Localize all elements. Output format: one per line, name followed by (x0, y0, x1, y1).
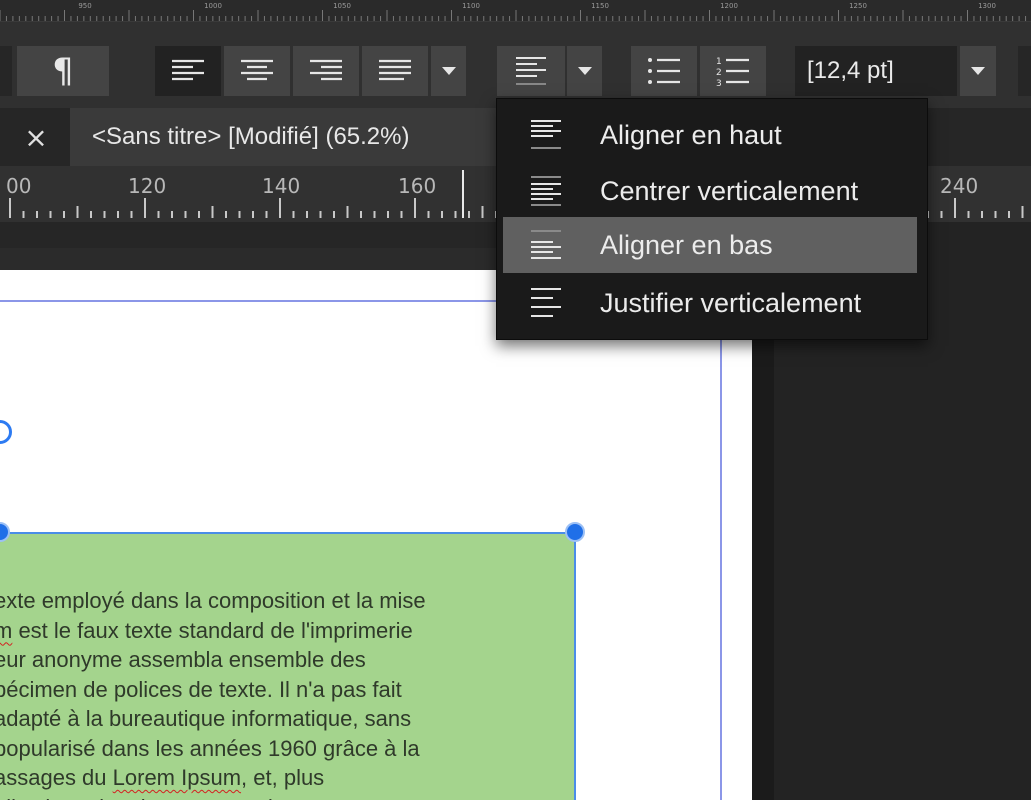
vertical-align-top-icon (516, 57, 546, 85)
text-frame[interactable]: exte employé dans la composition et la m… (0, 532, 576, 800)
text-run: plications de mise en page de texte, com… (0, 795, 423, 800)
selection-handle[interactable] (0, 420, 12, 444)
align-middle-icon (531, 176, 561, 206)
justify-vertical-icon (531, 288, 561, 317)
misspelled-word[interactable]: m (0, 618, 12, 643)
misspelled-word[interactable]: Lorem Ipsum (113, 765, 241, 790)
text-run: est le faux texte standard de l'imprimer… (12, 617, 413, 643)
ruler-label: 140 (262, 174, 301, 198)
ruler-label: 00 (6, 174, 32, 198)
document-tab-title: <Sans titre> [Modifié] (65.2%) (92, 123, 410, 150)
top-ruler-ticks (0, 10, 1027, 21)
align-right-button[interactable] (293, 46, 359, 96)
text-line: exte employé dans la composition et la m… (0, 586, 574, 616)
top-ruler-label: 1250 (849, 2, 867, 10)
text-toolbar: ¶ 123 [12,4 pt] (0, 22, 1031, 108)
top-ruler-label: 1200 (720, 2, 738, 10)
vertical-align-dropdown-button[interactable] (567, 46, 602, 96)
bullet-list-button[interactable] (631, 46, 697, 96)
page[interactable]: exte employé dans la composition et la m… (0, 270, 752, 800)
alignment-dropdown-button[interactable] (431, 46, 466, 96)
ruler-label: 240 (940, 174, 979, 198)
text-run: , et, plus (241, 765, 325, 790)
text-line: plications de mise en page de texte, com… (0, 793, 574, 800)
top-ruler-label: 1300 (978, 2, 996, 10)
align-center-icon (241, 59, 273, 81)
menu-item-align-bottom[interactable]: Aligner en bas (503, 217, 917, 273)
align-left-icon (172, 59, 204, 81)
line-spacing-dropdown-button[interactable] (960, 46, 996, 96)
menu-item-align-top[interactable]: Aligner en haut (503, 107, 917, 163)
text-line: pécimen de polices de texte. Il n'a pas … (0, 675, 574, 705)
resize-handle[interactable] (565, 522, 585, 542)
text-run: eur anonyme assembla ensemble des (0, 647, 366, 672)
menu-item-label: Aligner en haut (600, 119, 782, 150)
top-ruler-label: 1000 (204, 2, 222, 10)
menu-item-label: Centrer verticalement (600, 175, 859, 206)
line-spacing-value: [12,4 pt] (807, 57, 894, 84)
document-tab[interactable]: <Sans titre> [Modifié] (65.2%) (70, 108, 500, 166)
text-run: pécimen de polices de texte. Il n'a pas … (0, 676, 402, 702)
text-line: eur anonyme assembla ensemble des (0, 645, 574, 675)
numbered-list-icon: 123 (716, 57, 749, 86)
close-icon: × (24, 120, 48, 154)
top-ruler-label: 950 (78, 2, 92, 10)
menu-item-label: Aligner en bas (600, 229, 773, 260)
menu-item-center-vertical[interactable]: Centrer verticalement (503, 163, 917, 219)
line-spacing-field[interactable]: [12,4 pt] (795, 46, 957, 96)
chevron-down-icon (971, 67, 985, 75)
text-line: m est le faux texte standard de l'imprim… (0, 616, 574, 646)
close-tab-button[interactable]: × (14, 108, 58, 166)
align-left-button[interactable] (155, 46, 221, 96)
menu-item-label: Justifier verticalement (600, 287, 862, 318)
justify-button[interactable] (362, 46, 428, 96)
text-line: assages du Lorem Ipsum, et, plus (0, 763, 574, 793)
vertical-align-button[interactable] (497, 46, 565, 96)
text-run: popularisé dans les années 1960 grâce à … (0, 735, 420, 761)
chevron-down-icon (577, 67, 592, 75)
svg-text:1: 1 (716, 57, 722, 67)
text-run: adapté à la bureautique informatique, sa… (0, 706, 412, 731)
text-line: adapté à la bureautique informatique, sa… (0, 704, 574, 734)
margin-guide (720, 300, 722, 800)
justify-icon (379, 59, 411, 81)
align-top-icon (531, 120, 561, 149)
chevron-down-icon (441, 67, 456, 75)
pilcrow-button[interactable]: ¶ (17, 46, 109, 96)
align-right-icon (310, 59, 342, 81)
vertical-align-menu: Aligner en haut Centrer verticalement Al… (496, 98, 928, 340)
ruler-label: 120 (128, 174, 167, 198)
numbered-list-button[interactable]: 123 (700, 46, 766, 96)
ruler-label: 160 (398, 174, 437, 198)
top-ruler: 950 1000 1050 1100 1150 1200 1250 1300 (0, 0, 1031, 22)
top-ruler-label: 1100 (462, 2, 480, 10)
align-bottom-icon (531, 230, 561, 259)
bullet-list-icon (648, 58, 680, 84)
frame-text[interactable]: exte employé dans la composition et la m… (0, 586, 574, 800)
top-ruler-label: 1150 (591, 2, 609, 10)
pilcrow-icon: ¶ (52, 51, 74, 91)
svg-text:2: 2 (716, 68, 722, 78)
top-ruler-label: 1050 (333, 2, 351, 10)
toolbar-edge (0, 46, 12, 96)
menu-item-justify-vertical[interactable]: Justifier verticalement (503, 275, 917, 331)
align-center-button[interactable] (224, 46, 290, 96)
svg-text:3: 3 (716, 79, 722, 86)
text-run: assages du (0, 765, 113, 790)
text-run: exte employé dans la composition et la m… (0, 588, 426, 613)
toolbar-edge (1018, 46, 1031, 96)
text-line: popularisé dans les années 1960 grâce à … (0, 734, 574, 764)
